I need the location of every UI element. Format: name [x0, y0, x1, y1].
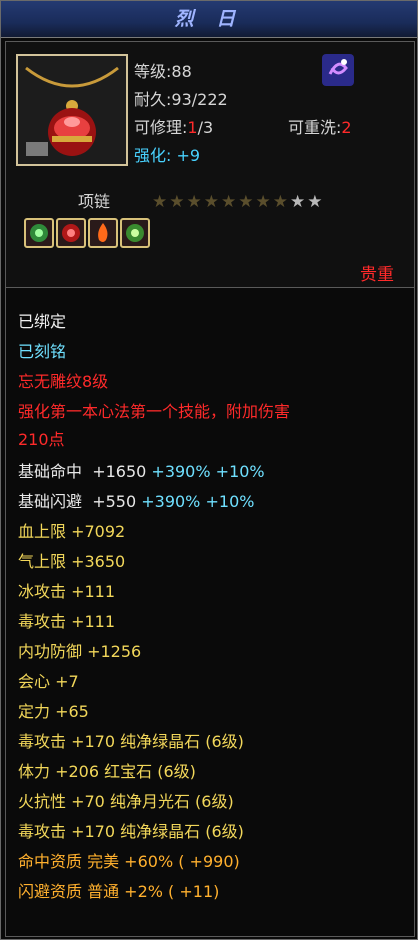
gem-slot-red-icon[interactable] — [56, 218, 86, 248]
attr-inner-defense: 内功防御 +1256 — [18, 642, 142, 661]
attr-hit-aptitude: 命中资质 完美 +60% ( +990) — [18, 852, 240, 871]
attr-focus: 定力 +65 — [18, 702, 89, 721]
star-icon: ★ — [221, 192, 239, 212]
gem-slot-green-icon[interactable] — [24, 218, 54, 248]
attr-value: +10% — [215, 462, 265, 481]
attributes-panel: 已绑定 已刻铭 忘无雕纹8级 强化第一本心法第一个技能，附加伤害 210点 基础… — [5, 287, 415, 937]
rewash-label: 可重洗: — [288, 118, 342, 137]
attr-value: +1650 — [92, 462, 147, 481]
attr-bound: 已绑定 — [18, 312, 67, 331]
item-category: 项链 — [78, 192, 111, 211]
enhance-row: 强化: +9 — [134, 142, 200, 166]
rewash-row: 可重洗:2 — [288, 114, 352, 138]
attr-label: 基础闪避 — [18, 492, 83, 511]
rarity-label: 贵重 — [360, 265, 394, 285]
attr-poison-attack: 毒攻击 +111 — [18, 612, 116, 631]
star-icon: ★ — [255, 192, 273, 212]
star-icon: ★ — [186, 192, 204, 212]
enhance-label: 强化: — [134, 146, 172, 165]
level-label: 等级: — [134, 62, 172, 81]
attr-value: +390% — [141, 492, 201, 511]
title-bar: 烈 日 — [1, 1, 417, 38]
level-row: 等级:88 — [134, 58, 192, 82]
level-value: 88 — [171, 62, 192, 81]
attr-enhance-skill-dmg: 210点 — [18, 430, 65, 449]
attr-hp: 血上限 +7092 — [18, 522, 126, 541]
star-icon: ★ — [152, 192, 170, 212]
attr-crit: 会心 +7 — [18, 672, 79, 691]
star-rating: ★★★★★★★★★★ — [152, 192, 325, 212]
attr-base-dodge: 基础闪避 +550 +390% +10% — [18, 488, 254, 512]
item-icon — [16, 54, 128, 166]
item-header: 等级:88 耐久:93/222 可修理:1/3 可重洗:2 强化: +9 项链 … — [5, 41, 415, 293]
attr-enhance-skill: 强化第一本心法第一个技能，附加伤害 — [18, 402, 291, 421]
attr-gem-fire-res: 火抗性 +70 纯净月光石 (6级) — [18, 792, 234, 811]
attr-gem-poison-2: 毒攻击 +170 纯净绿晶石 (6级) — [18, 822, 244, 841]
durability-value: 93/222 — [171, 90, 228, 109]
repair-current: 1 — [187, 118, 198, 137]
rewash-value: 2 — [341, 118, 352, 137]
repair-label: 可修理: — [134, 118, 188, 137]
gem-slot-green-icon[interactable] — [120, 218, 150, 248]
star-icon: ★ — [272, 192, 290, 212]
star-icon: ★ — [290, 192, 308, 212]
attr-gem-poison: 毒攻击 +170 纯净绿晶石 (6级) — [18, 732, 244, 751]
attr-ice-attack: 冰攻击 +111 — [18, 582, 116, 601]
durability-row: 耐久:93/222 — [134, 86, 228, 110]
repair-max: /3 — [197, 118, 214, 137]
star-icon: ★ — [203, 192, 221, 212]
attr-value: +10% — [205, 492, 255, 511]
magic-swirl-icon — [322, 54, 354, 86]
durability-label: 耐久: — [134, 90, 172, 109]
attr-qi: 气上限 +3650 — [18, 552, 126, 571]
attr-dodge-aptitude: 闪避资质 普通 +2% ( +11) — [18, 882, 220, 901]
attr-engraved: 已刻铭 — [18, 342, 67, 361]
attr-carving: 忘无雕纹8级 — [18, 372, 109, 391]
star-icon: ★ — [307, 192, 325, 212]
star-icon: ★ — [169, 192, 187, 212]
attr-value: +390% — [151, 462, 211, 481]
attr-base-hit: 基础命中 +1650 +390% +10% — [18, 458, 265, 482]
attr-value: +550 — [92, 492, 137, 511]
repair-row: 可修理:1/3 — [134, 114, 213, 138]
attr-gem-stamina: 体力 +206 红宝石 (6级) — [18, 762, 196, 781]
star-icon: ★ — [238, 192, 256, 212]
item-name: 烈 日 — [174, 8, 244, 30]
item-tooltip: 烈 日 等级:88 耐久:93/222 可修理:1/3 可重洗:2 强化: +9… — [0, 0, 418, 940]
necklace-icon — [18, 56, 126, 164]
attr-label: 基础命中 — [18, 462, 83, 481]
gem-slot-fire-icon[interactable] — [88, 218, 118, 248]
enhance-value: +9 — [176, 146, 201, 165]
